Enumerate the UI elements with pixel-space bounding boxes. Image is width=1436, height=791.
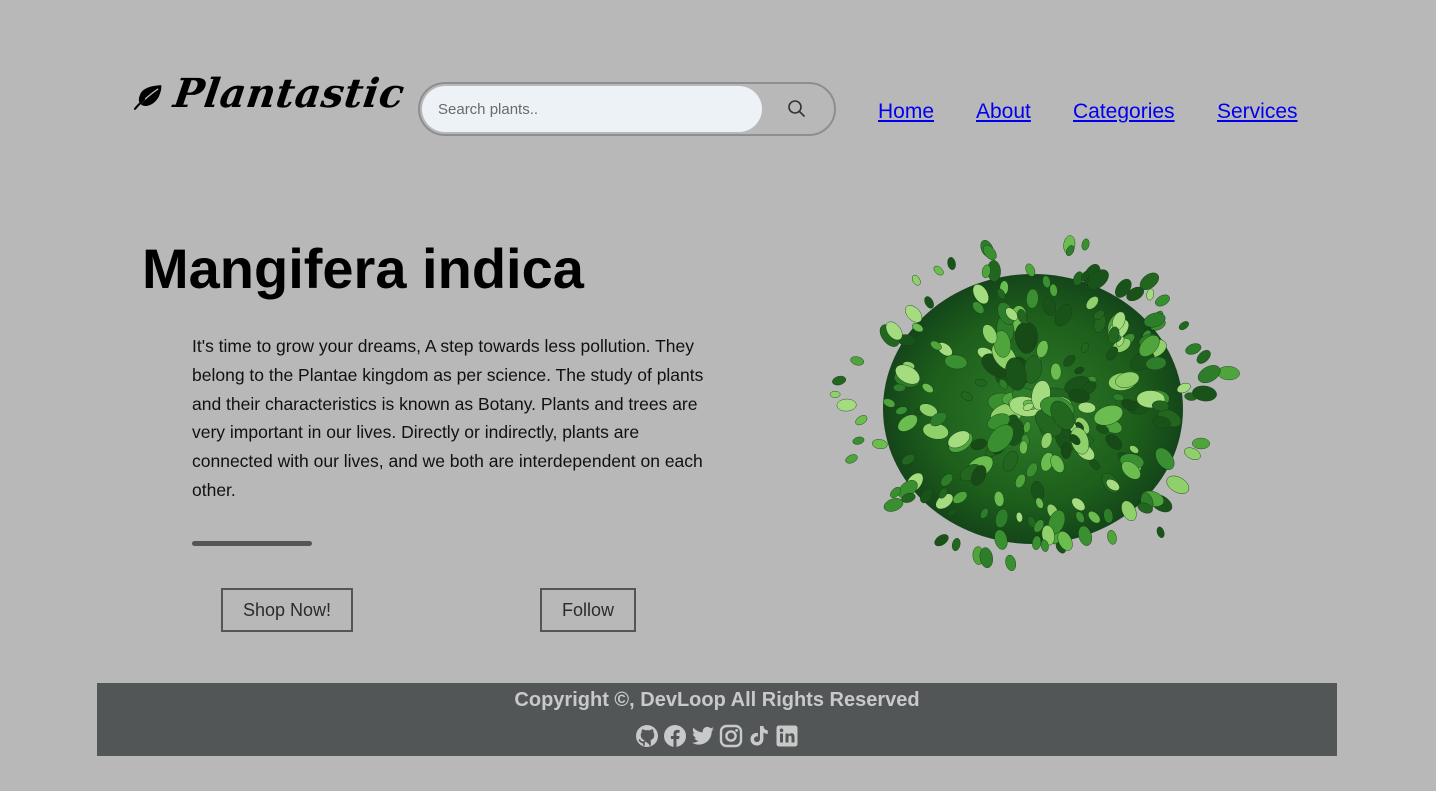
nav-categories[interactable]: Categories: [1073, 100, 1175, 124]
twitter-icon[interactable]: [691, 724, 715, 748]
footer: Copyright ©, DevLoop All Rights Reserved: [97, 683, 1337, 756]
linkedin-icon[interactable]: [775, 724, 799, 748]
tiktok-icon[interactable]: [747, 724, 771, 748]
plant-leaf: [947, 257, 956, 270]
plant-leaf: [1005, 554, 1017, 571]
hero-title: Mangifera indica: [142, 237, 584, 300]
search-icon: [788, 100, 805, 117]
shop-now-button[interactable]: Shop Now!: [221, 588, 353, 632]
plant-leaf: [845, 454, 858, 464]
instagram-icon[interactable]: [719, 724, 743, 748]
plant-leaf: [1107, 529, 1117, 545]
plant-leaf: [1146, 288, 1155, 301]
plant-leaf: [951, 537, 961, 552]
plant-leaf: [829, 390, 841, 398]
facebook-icon[interactable]: [663, 724, 687, 748]
search-bar: [418, 82, 836, 136]
nav-home[interactable]: Home: [878, 100, 934, 124]
copyright-text: Copyright ©, DevLoop All Rights Reserved: [514, 689, 920, 711]
plant-leaf: [836, 398, 857, 412]
plant-leaf: [1166, 475, 1190, 494]
hero-description: It's time to grow your dreams, A step to…: [192, 336, 704, 500]
plant-leaf: [871, 439, 888, 450]
plant-leaf: [852, 436, 865, 445]
follow-button[interactable]: Follow: [540, 588, 636, 632]
nav-about[interactable]: About: [976, 100, 1031, 124]
plant-leaf: [934, 534, 949, 547]
plant-leaf: [1197, 365, 1221, 384]
search-input[interactable]: [422, 86, 762, 132]
plant-leaf: [924, 296, 934, 309]
plant-leaf: [850, 356, 865, 366]
plant-leaf: [1217, 366, 1240, 381]
search-button[interactable]: [784, 96, 810, 122]
plant-leaf: [1155, 294, 1170, 307]
plant-leaf: [832, 375, 847, 386]
plant-leaf: [1178, 321, 1189, 331]
plant-leaf: [1156, 526, 1165, 538]
plant-leaf: [893, 383, 906, 392]
brand-logo[interactable]: Plantastic: [134, 60, 408, 134]
plant-leaf: [1081, 238, 1090, 251]
plant-leaf: [933, 265, 944, 276]
hero-divider: [192, 541, 312, 546]
github-icon[interactable]: [635, 724, 659, 748]
leaf-icon: [134, 85, 162, 110]
plant-image: [829, 235, 1240, 571]
nav-services[interactable]: Services: [1217, 100, 1298, 124]
plant-leaf: [855, 415, 868, 426]
brand-name: Plantastic: [170, 69, 408, 117]
plant-leaf: [911, 274, 921, 286]
plant-leaf: [1192, 437, 1210, 450]
social-links: [97, 724, 1337, 748]
plant-leaf: [1060, 442, 1072, 459]
